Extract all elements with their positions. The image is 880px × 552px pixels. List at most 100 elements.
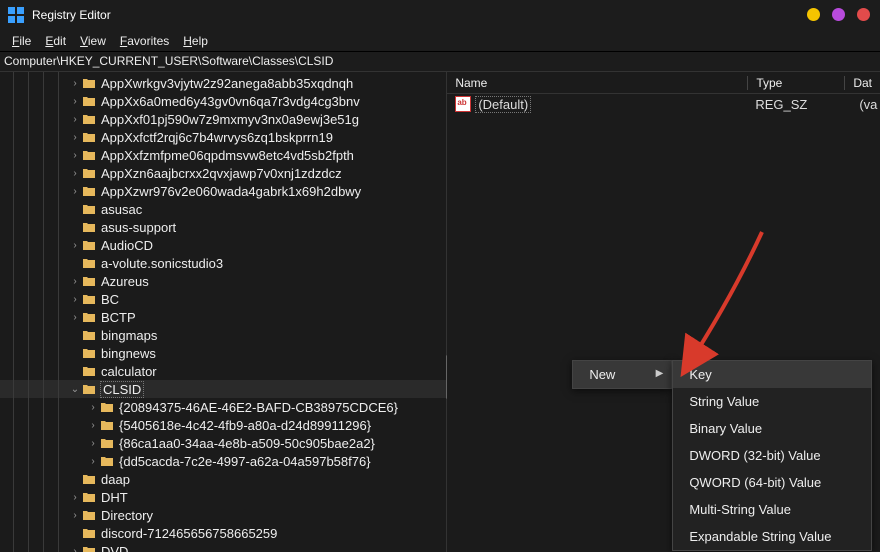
tree-item[interactable]: › AppXzn6aajbcrxx2qvxjawp7v0xnj1zdzdcz [0, 164, 446, 182]
tree-item[interactable]: ›AppXwrkgv3vjytw2z92anega8abb35xqdnqh [0, 74, 446, 92]
expand-chevron-icon[interactable]: › [70, 114, 80, 125]
expand-chevron-icon[interactable]: › [70, 96, 80, 107]
tree-item-label: AppXxfctf2rqj6c7b4wrvys6zq1bskprrn19 [100, 130, 334, 145]
col-name[interactable]: Name [447, 76, 747, 90]
tree-item-label: DVD [100, 544, 129, 552]
tree-item[interactable]: › Azureus [0, 272, 446, 290]
col-data[interactable]: Dat [845, 76, 880, 90]
expand-chevron-icon[interactable]: › [70, 240, 80, 251]
tree-item[interactable]: bingmaps [0, 326, 446, 344]
context-item-new[interactable]: New ▶ [573, 361, 671, 388]
tree-item[interactable]: › AudioCD [0, 236, 446, 254]
tree-item-label: a-volute.sonicstudio3 [100, 256, 224, 271]
expand-chevron-icon[interactable]: › [70, 132, 80, 143]
expand-chevron-icon[interactable]: › [70, 186, 80, 197]
values-pane[interactable]: Name Type Dat (Default) REG_SZ (va New ▶… [447, 72, 880, 552]
string-value-icon [455, 96, 471, 112]
tree-item[interactable]: asus-support [0, 218, 446, 236]
context-item-qword-64-bit-value[interactable]: QWORD (64-bit) Value [673, 469, 871, 496]
context-item-key[interactable]: Key [673, 361, 871, 388]
tree-item[interactable]: ›AppXx6a0med6y43gv0vn6qa7r3vdg4cg3bnv [0, 92, 446, 110]
value-data: (va [859, 97, 877, 112]
expand-chevron-icon[interactable]: › [70, 546, 80, 552]
context-submenu-new[interactable]: KeyString ValueBinary ValueDWORD (32-bit… [672, 360, 872, 551]
context-item-dword-32-bit-value[interactable]: DWORD (32-bit) Value [673, 442, 871, 469]
tree-pane[interactable]: ›AppXwrkgv3vjytw2z92anega8abb35xqdnqh›Ap… [0, 72, 447, 552]
folder-icon [82, 490, 96, 504]
expand-chevron-icon[interactable]: › [70, 78, 80, 89]
folder-icon [82, 274, 96, 288]
expand-chevron-icon[interactable]: › [88, 420, 98, 431]
close-button[interactable] [857, 8, 870, 21]
tree-item-label: AudioCD [100, 238, 154, 253]
context-item-expandable-string-value[interactable]: Expandable String Value [673, 523, 871, 550]
content-area: ›AppXwrkgv3vjytw2z92anega8abb35xqdnqh›Ap… [0, 72, 880, 552]
folder-icon [100, 454, 114, 468]
tree-item[interactable]: asusac [0, 200, 446, 218]
tree-item[interactable]: a-volute.sonicstudio3 [0, 254, 446, 272]
expand-chevron-icon[interactable]: ⌄ [70, 384, 80, 395]
tree-item-label: CLSID [100, 381, 144, 398]
expand-chevron-icon[interactable]: › [70, 312, 80, 323]
address-bar[interactable]: Computer\HKEY_CURRENT_USER\Software\Clas… [0, 52, 880, 72]
tree-item[interactable]: › AppXxfctf2rqj6c7b4wrvys6zq1bskprrn19 [0, 128, 446, 146]
tree-item[interactable]: ›{20894375-46AE-46E2-BAFD-CB38975CDCE6} [0, 398, 446, 416]
folder-icon [82, 346, 96, 360]
tree-item-label: AppXzwr976v2e060wada4gabrk1x69h2dbwy [100, 184, 362, 199]
tree-item[interactable]: ⌄ CLSID [0, 380, 446, 398]
menu-favorites[interactable]: Favorites [114, 32, 175, 50]
col-type[interactable]: Type [748, 76, 844, 90]
menu-view[interactable]: View [74, 32, 112, 50]
expand-chevron-icon[interactable]: › [70, 276, 80, 287]
context-item-label: New [589, 367, 615, 382]
tree-item[interactable]: ›Directory [0, 506, 446, 524]
app-icon [8, 7, 24, 23]
tree-item[interactable]: bingnews [0, 344, 446, 362]
folder-icon [82, 292, 96, 306]
tree-item[interactable]: calculator [0, 362, 446, 380]
expand-chevron-icon[interactable]: › [70, 294, 80, 305]
tree-item-label: DHT [100, 490, 129, 505]
expand-chevron-icon[interactable]: › [70, 150, 80, 161]
expand-chevron-icon[interactable]: › [88, 456, 98, 467]
tree-item[interactable]: ›AppXxfzmfpme06qpdmsvw8etc4vd5sb2fpth [0, 146, 446, 164]
tree-item[interactable]: ›{5405618e-4c42-4fb9-a80a-d24d89911296} [0, 416, 446, 434]
tree-item-label: Azureus [100, 274, 150, 289]
expand-chevron-icon[interactable]: › [70, 510, 80, 521]
folder-icon [100, 436, 114, 450]
expand-chevron-icon[interactable]: › [88, 438, 98, 449]
folder-icon [82, 508, 96, 522]
tree-item-label: calculator [100, 364, 158, 379]
expand-chevron-icon[interactable]: › [88, 402, 98, 413]
tree-item[interactable]: › AppXzwr976v2e060wada4gabrk1x69h2dbwy [0, 182, 446, 200]
tree-item-label: {dd5cacda-7c2e-4997-a62a-04a597b58f76} [118, 454, 372, 469]
tree-item-label: asusac [100, 202, 143, 217]
tree-item[interactable]: ›BC [0, 290, 446, 308]
context-menu[interactable]: New ▶ [572, 360, 672, 389]
title-bar: Registry Editor [0, 0, 880, 30]
tree-item[interactable]: › {dd5cacda-7c2e-4997-a62a-04a597b58f76} [0, 452, 446, 470]
menu-edit[interactable]: Edit [39, 32, 72, 50]
tree-item[interactable]: › DVD [0, 542, 446, 552]
context-item-multi-string-value[interactable]: Multi-String Value [673, 496, 871, 523]
tree-item[interactable]: discord-712465656758665259 [0, 524, 446, 542]
tree-item[interactable]: › DHT [0, 488, 446, 506]
expand-chevron-icon[interactable]: › [70, 492, 80, 503]
menu-help[interactable]: Help [177, 32, 214, 50]
tree-item[interactable]: ›AppXxf01pj590w7z9mxmyv3nx0a9ewj3e51g [0, 110, 446, 128]
minimize-button[interactable] [807, 8, 820, 21]
context-item-string-value[interactable]: String Value [673, 388, 871, 415]
context-item-binary-value[interactable]: Binary Value [673, 415, 871, 442]
folder-icon [82, 544, 96, 552]
menu-file[interactable]: File [6, 32, 37, 50]
tree-item-label: discord-712465656758665259 [100, 526, 278, 541]
tree-item[interactable]: ›BCTP [0, 308, 446, 326]
tree-item[interactable]: daap [0, 470, 446, 488]
tree-item-label: bingmaps [100, 328, 158, 343]
folder-icon [82, 382, 96, 396]
tree-item[interactable]: ›{86ca1aa0-34aa-4e8b-a509-50c905bae2a2} [0, 434, 446, 452]
expand-chevron-icon[interactable]: › [70, 168, 80, 179]
maximize-button[interactable] [832, 8, 845, 21]
value-row-default[interactable]: (Default) REG_SZ (va [447, 94, 880, 114]
tree-item-label: AppXzn6aajbcrxx2qvxjawp7v0xnj1zdzdcz [100, 166, 343, 181]
